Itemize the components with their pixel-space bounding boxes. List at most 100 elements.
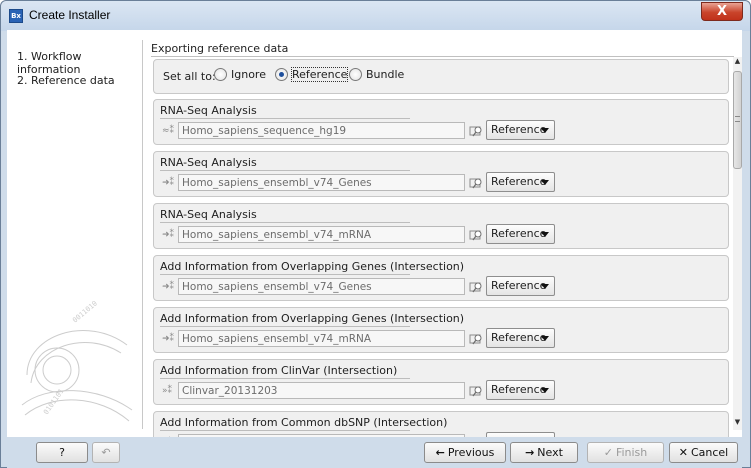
section-title-divider: [160, 378, 410, 379]
radio-bundle-circle[interactable]: [349, 68, 362, 81]
previous-label: Previous: [447, 446, 495, 459]
section-title-divider: [160, 274, 410, 275]
radio-ignore[interactable]: Ignore: [214, 68, 266, 81]
dropdown-value: Reference: [491, 279, 547, 292]
arrow-right-icon: →: [525, 446, 535, 459]
reference-data-field[interactable]: Homo_sapiens_ensembl_v74_Genes: [178, 278, 465, 295]
reference-section: Add Information from Overlapping Genes (…: [153, 307, 729, 353]
reference-data-panel: Exporting reference data Set all to: Ign…: [147, 40, 742, 457]
restore-defaults-button[interactable]: ↶: [92, 442, 120, 463]
radio-reference-circle[interactable]: [275, 68, 288, 81]
title-bar[interactable]: Bx Create Installer X: [1, 1, 750, 31]
section-title: RNA-Seq Analysis: [160, 104, 257, 117]
browse-icon[interactable]: [469, 332, 483, 346]
chevron-down-icon: [541, 388, 549, 393]
close-button[interactable]: X: [701, 2, 743, 21]
cancel-x-icon: ✕: [678, 446, 688, 459]
section-title-divider: [160, 430, 410, 431]
reference-data-field[interactable]: Homo_sapiens_ensembl_v74_mRNA: [178, 330, 465, 347]
chevron-down-icon: [541, 180, 549, 185]
step-workflow-information[interactable]: 1. Workflow information: [17, 50, 142, 76]
cancel-button[interactable]: ✕ Cancel: [669, 442, 738, 463]
track-icon: ➜⁑: [162, 230, 175, 240]
reference-mode-dropdown[interactable]: Reference: [486, 276, 555, 296]
radio-bundle-label[interactable]: Bundle: [366, 68, 404, 81]
radio-ignore-label[interactable]: Ignore: [231, 68, 266, 81]
chevron-down-icon: [541, 232, 549, 237]
section-title: Add Information from Overlapping Genes (…: [160, 260, 465, 273]
reference-mode-dropdown[interactable]: Reference: [486, 224, 555, 244]
browse-icon[interactable]: [469, 228, 483, 242]
app-icon: Bx: [9, 9, 23, 23]
reference-section: RNA-Seq Analysis ≈⁑ Homo_sapiens_sequence_…: [153, 99, 729, 145]
reference-section: RNA-Seq Analysis ➜⁑ Homo_sapiens_ensembl_v…: [153, 151, 729, 197]
reference-mode-dropdown[interactable]: Reference: [486, 380, 555, 400]
dropdown-value: Reference: [491, 331, 547, 344]
radio-bundle[interactable]: Bundle: [349, 68, 404, 81]
browse-icon[interactable]: [469, 280, 483, 294]
section-title: Add Information from ClinVar (Intersecti…: [160, 364, 398, 377]
reference-mode-dropdown[interactable]: Reference: [486, 120, 555, 140]
reference-data-field[interactable]: Homo_sapiens_sequence_hg19: [178, 122, 465, 139]
chevron-down-icon: [541, 128, 549, 133]
track-icon: ➜⁑: [162, 282, 175, 292]
section-title: Add Information from Overlapping Genes (…: [160, 312, 465, 325]
window-title: Create Installer: [29, 8, 111, 22]
previous-button[interactable]: ← Previous: [424, 442, 506, 463]
help-icon: ?: [59, 446, 65, 459]
reference-section: Add Information from ClinVar (Intersecti…: [153, 359, 729, 405]
panel-title: Exporting reference data: [151, 42, 289, 55]
section-title-divider: [160, 326, 410, 327]
dropdown-value: Reference: [491, 227, 547, 240]
browse-icon[interactable]: [469, 124, 483, 138]
scroll-up-arrow-icon[interactable]: ▲: [733, 57, 742, 67]
dropdown-value: Reference: [491, 123, 547, 136]
finish-label: Finish: [615, 446, 648, 459]
section-title-divider: [160, 222, 410, 223]
finish-button[interactable]: ✓ Finish: [587, 442, 664, 463]
reference-data-field[interactable]: Homo_sapiens_ensembl_v74_Genes: [178, 174, 465, 191]
set-all-group: Set all to: Ignore Reference Bundle: [153, 59, 729, 94]
svg-text:0011010: 0011010: [71, 299, 99, 324]
decorative-watermark: 0011010 0101101: [21, 299, 133, 422]
track-icon: ➜⁑: [162, 334, 175, 344]
vertical-scrollbar[interactable]: ▲ ▼: [733, 57, 742, 430]
dropdown-value: Reference: [491, 175, 547, 188]
reference-data-field[interactable]: Clinvar_20131203: [178, 382, 465, 399]
scroll-grip-icon: [735, 116, 740, 122]
wizard-steps-panel: 1. Workflow information 2. Reference dat…: [7, 40, 143, 429]
sequence-icon: ≈⁑: [162, 126, 175, 136]
scroll-down-arrow-icon[interactable]: ▼: [733, 418, 742, 428]
section-title: RNA-Seq Analysis: [160, 156, 257, 169]
dialog-footer: ? ↶ ← Previous → Next ✓ Finish ✕ Cancel: [7, 437, 742, 468]
section-title: Add Information from Common dbSNP (Inter…: [160, 416, 448, 429]
browse-icon[interactable]: [469, 384, 483, 398]
set-all-label: Set all to:: [163, 70, 216, 83]
track-icon: ➜⁑: [162, 178, 175, 188]
reference-section: RNA-Seq Analysis ➜⁑ Homo_sapiens_ensembl_v…: [153, 203, 729, 249]
radio-reference-label[interactable]: Reference: [290, 67, 349, 82]
dropdown-value: Reference: [491, 383, 547, 396]
chevron-down-icon: [541, 284, 549, 289]
reference-section: Add Information from Overlapping Genes (…: [153, 255, 729, 301]
scroll-thumb[interactable]: [733, 71, 742, 169]
reference-data-field[interactable]: Homo_sapiens_ensembl_v74_mRNA: [178, 226, 465, 243]
radio-ignore-circle[interactable]: [214, 68, 227, 81]
radio-reference[interactable]: Reference: [275, 67, 349, 82]
section-title-divider: [160, 118, 410, 119]
reference-mode-dropdown[interactable]: Reference: [486, 328, 555, 348]
cancel-label: Cancel: [690, 446, 729, 459]
checkmark-icon: ✓: [603, 446, 613, 459]
next-button[interactable]: → Next: [510, 442, 578, 463]
section-title-divider: [160, 170, 410, 171]
browse-icon[interactable]: [469, 176, 483, 190]
variant-track-icon: »⁑: [162, 386, 173, 396]
arrow-left-icon: ←: [435, 446, 445, 459]
chevron-down-icon: [541, 336, 549, 341]
help-button[interactable]: ?: [36, 442, 88, 463]
panel-title-divider: [151, 56, 734, 57]
reference-mode-dropdown[interactable]: Reference: [486, 172, 555, 192]
next-label: Next: [537, 446, 563, 459]
restore-icon: ↶: [101, 446, 111, 459]
step-reference-data[interactable]: 2. Reference data: [17, 74, 115, 87]
